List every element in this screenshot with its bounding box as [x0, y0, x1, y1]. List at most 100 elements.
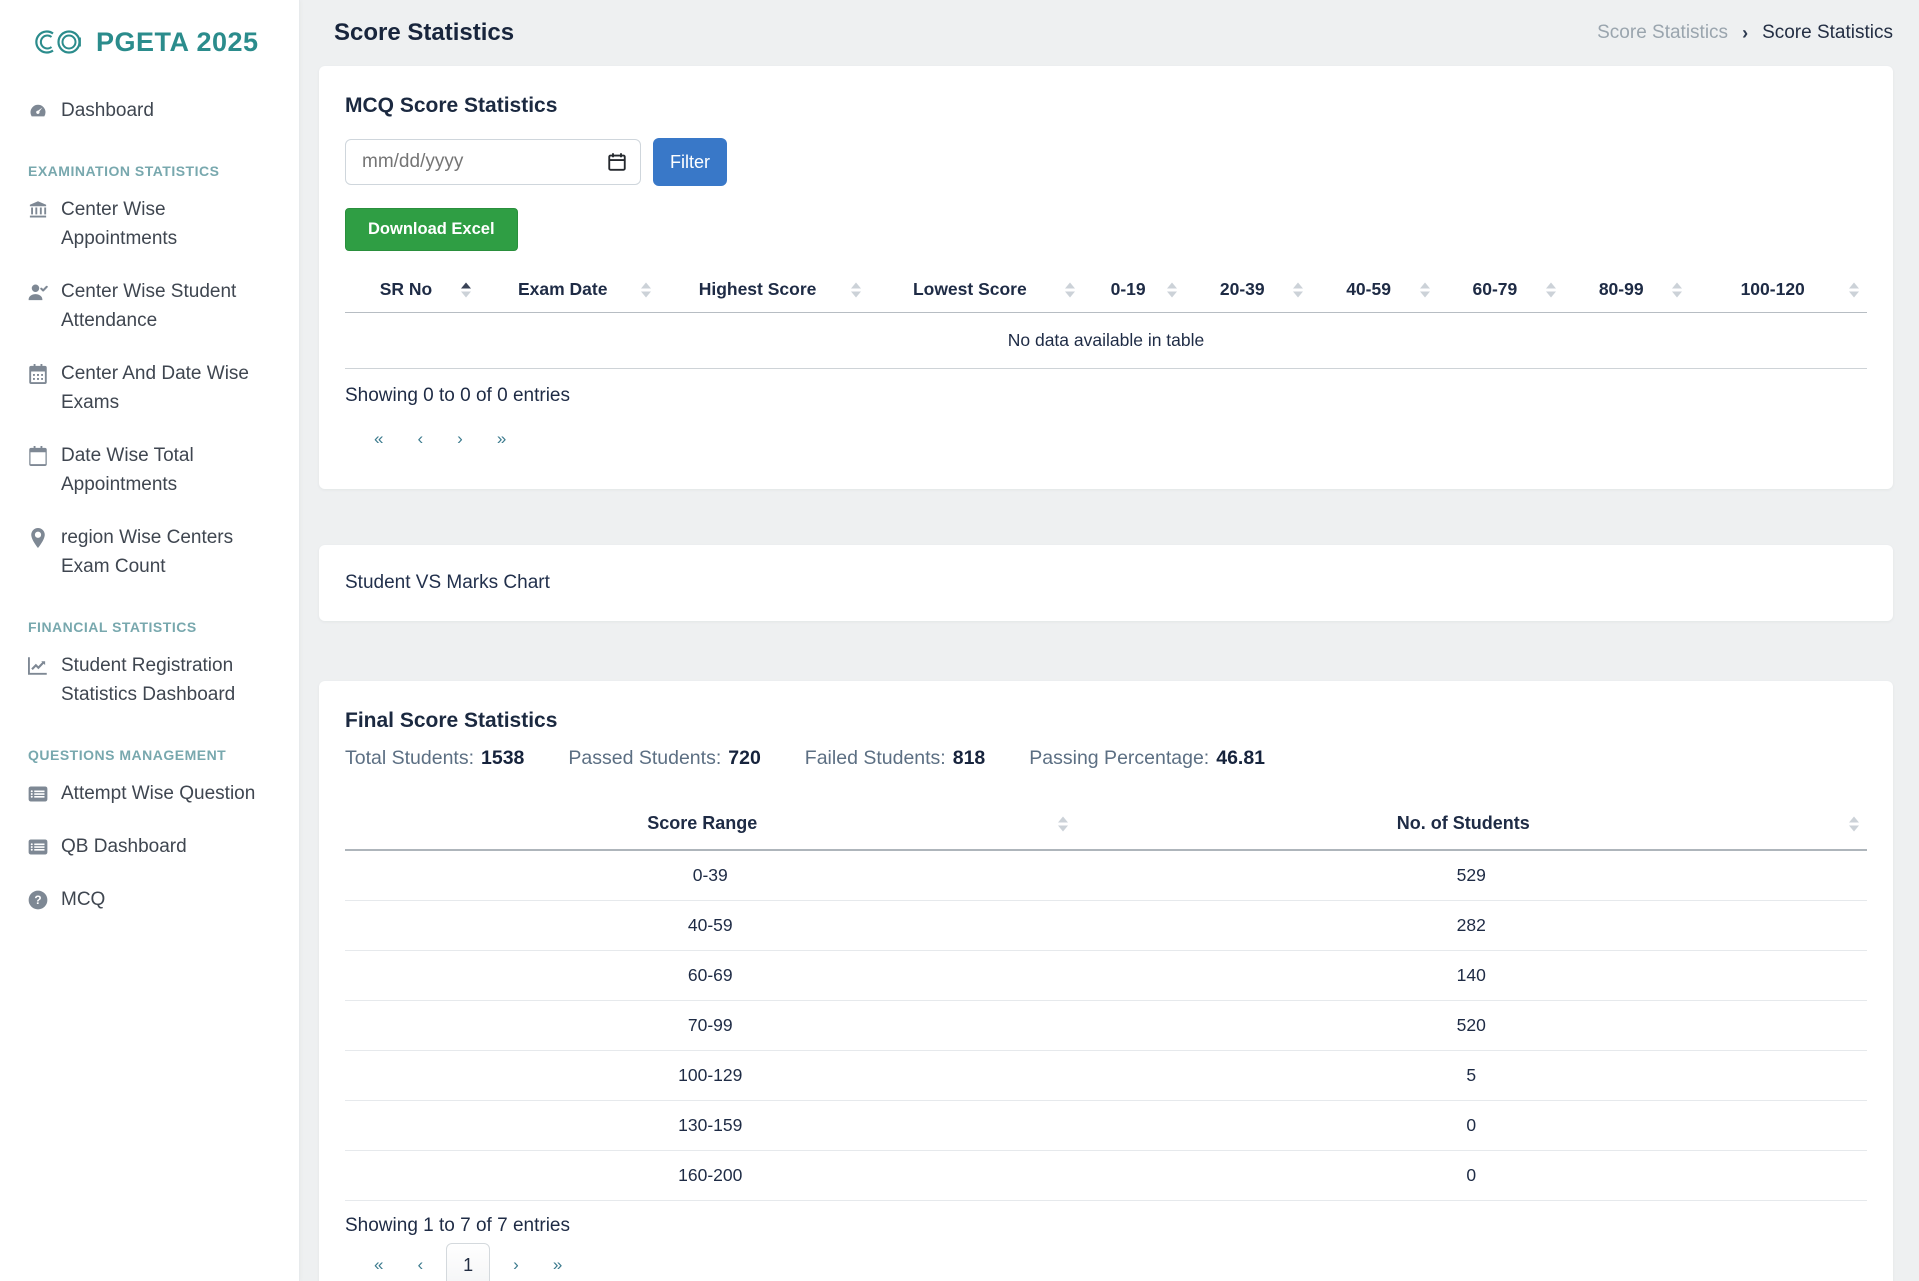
sidebar-scroll-area[interactable]: PGETA 2025 Dashboard EXAMINATION STATIST…: [0, 0, 299, 912]
stat-failed-students: Failed Students: 818: [805, 747, 985, 770]
students-count-cell: 529: [1076, 850, 1867, 901]
stat-passing-percentage: Passing Percentage:46.81: [1029, 747, 1265, 770]
stat-passed-students: Passed Students:720: [568, 747, 760, 770]
sidebar-item-center-wise-appointments[interactable]: Center Wise Appointments: [28, 183, 285, 265]
stat-label: Passed Students:: [568, 747, 721, 769]
topbar: Score Statistics Score Statistics › Scor…: [301, 0, 1919, 66]
sidebar-item-label: QB Dashboard: [61, 832, 187, 861]
bank-icon: [28, 200, 48, 220]
column-label: 40-59: [1346, 279, 1391, 299]
students-count-cell: 282: [1076, 901, 1867, 951]
sidebar-item-center-wise-student-attendance[interactable]: Center Wise Student Attendance: [28, 265, 285, 347]
stat-label: Failed Students:: [805, 747, 946, 769]
first-page-button[interactable]: «: [357, 1245, 400, 1281]
column-label: 80-99: [1599, 279, 1644, 299]
sidebar-item-mcq[interactable]: ? MCQ: [28, 873, 285, 912]
final-pagination: « ‹ 1 › »: [345, 1243, 1867, 1281]
sidebar-item-region-wise-centers-exam-count[interactable]: region Wise Centers Exam Count: [28, 511, 285, 593]
page-title: Score Statistics: [334, 19, 514, 47]
column-header-80-99[interactable]: 80-99: [1564, 267, 1690, 313]
column-header-20-39[interactable]: 20-39: [1185, 267, 1311, 313]
sidebar-item-attempt-wise-question[interactable]: Attempt Wise Question: [28, 767, 285, 820]
column-label: Lowest Score: [913, 279, 1027, 299]
column-label: Score Range: [647, 813, 757, 833]
breadcrumb-current: Score Statistics: [1762, 22, 1893, 44]
column-header-0-19[interactable]: 0-19: [1083, 267, 1185, 313]
column-label: SR No: [380, 279, 433, 299]
column-header-60-79[interactable]: 60-79: [1438, 267, 1564, 313]
column-header-100-120[interactable]: 100-120: [1690, 267, 1867, 313]
page-1-button[interactable]: 1: [446, 1243, 490, 1281]
column-label: Highest Score: [699, 279, 817, 299]
final-card-heading: Final Score Statistics: [345, 709, 1867, 733]
last-page-button[interactable]: »: [536, 1245, 579, 1281]
sidebar-nav: Dashboard EXAMINATION STATISTICS Center …: [28, 84, 285, 912]
mcq-filter-controls: Filter: [345, 138, 1867, 186]
column-label: 100-120: [1741, 279, 1805, 299]
download-excel-button[interactable]: Download Excel: [345, 208, 518, 251]
score-range-cell: 70-99: [345, 1001, 1076, 1051]
final-table-info: Showing 1 to 7 of 7 entries: [345, 1215, 1867, 1237]
column-header-lowest-score[interactable]: Lowest Score: [869, 267, 1084, 313]
score-range-cell: 0-39: [345, 850, 1076, 901]
svg-text:?: ?: [34, 893, 41, 907]
table-row: 0-39529: [345, 850, 1867, 901]
sidebar-item-date-wise-total-appointments[interactable]: Date Wise Total Appointments: [28, 429, 285, 511]
previous-page-button[interactable]: ‹: [400, 1245, 440, 1281]
sidebar-item-label: Center Wise Appointments: [61, 195, 285, 253]
column-header-highest-score[interactable]: Highest Score: [659, 267, 869, 313]
sort-icon: [1849, 816, 1859, 831]
sidebar-item-dashboard[interactable]: Dashboard: [28, 84, 285, 137]
sort-icon: [1420, 282, 1430, 297]
mcq-table: SR No Exam Date Highest Score Lowest Sco…: [345, 267, 1867, 369]
stat-value: 818: [953, 747, 986, 769]
table-row: 60-69140: [345, 951, 1867, 1001]
chart-card-heading: Student VS Marks Chart: [345, 572, 550, 593]
sidebar-item-label: Center Wise Student Attendance: [61, 277, 285, 335]
sort-icon: [1293, 282, 1303, 297]
sidebar-item-qb-dashboard[interactable]: QB Dashboard: [28, 820, 285, 873]
sort-icon: [641, 282, 651, 297]
sidebar-item-label: Student Registration Statistics Dashboar…: [61, 651, 285, 709]
column-header-sr-no[interactable]: SR No: [345, 267, 479, 313]
score-range-cell: 60-69: [345, 951, 1076, 1001]
previous-page-button[interactable]: ‹: [400, 419, 440, 459]
students-count-cell: 140: [1076, 951, 1867, 1001]
next-page-button[interactable]: ›: [440, 419, 480, 459]
sort-icon: [1546, 282, 1556, 297]
speedometer-icon: [28, 101, 48, 121]
mcq-header-row: SR No Exam Date Highest Score Lowest Sco…: [345, 267, 1867, 313]
column-header-no-of-students[interactable]: No. of Students: [1076, 798, 1867, 850]
sort-icon: [1065, 282, 1075, 297]
next-page-button[interactable]: ›: [496, 1245, 536, 1281]
student-vs-marks-chart-card: Student VS Marks Chart: [319, 545, 1893, 621]
stat-label: Total Students:: [345, 747, 474, 769]
summary-stats-row: Total Students:1538 Passed Students:720 …: [345, 747, 1867, 770]
filter-button[interactable]: Filter: [653, 138, 727, 186]
last-page-button[interactable]: »: [480, 419, 523, 459]
card-list-icon: [28, 784, 48, 804]
brand-glyph-icon: [28, 24, 84, 60]
final-header-row: Score Range No. of Students: [345, 798, 1867, 850]
sidebar-item-center-and-date-wise-exams[interactable]: Center And Date Wise Exams: [28, 347, 285, 429]
final-score-table: Score Range No. of Students 0-39529 40-5…: [345, 798, 1867, 1201]
sidebar-item-student-registration-statistics-dashboard[interactable]: Student Registration Statistics Dashboar…: [28, 639, 285, 721]
mcq-pagination: « ‹ › »: [345, 419, 1867, 459]
sidebar: PGETA 2025 Dashboard EXAMINATION STATIST…: [0, 0, 300, 1281]
sidebar-item-label: MCQ: [61, 885, 105, 912]
sidebar-item-label: Dashboard: [61, 96, 154, 125]
table-row: 160-2000: [345, 1151, 1867, 1201]
calendar-icon: [28, 364, 48, 384]
sidebar-item-label: Center And Date Wise Exams: [61, 359, 285, 417]
brand-logo[interactable]: PGETA 2025: [28, 24, 285, 60]
breadcrumb-parent[interactable]: Score Statistics: [1597, 22, 1728, 44]
column-header-40-59[interactable]: 40-59: [1311, 267, 1437, 313]
exam-date-input[interactable]: [345, 139, 641, 185]
sidebar-section-examination-statistics: EXAMINATION STATISTICS: [28, 163, 285, 179]
mcq-score-statistics-card: MCQ Score Statistics Filter Download Exc…: [319, 66, 1893, 489]
table-row: 40-59282: [345, 901, 1867, 951]
first-page-button[interactable]: «: [357, 419, 400, 459]
column-header-score-range[interactable]: Score Range: [345, 798, 1076, 850]
students-count-cell: 5: [1076, 1051, 1867, 1101]
column-header-exam-date[interactable]: Exam Date: [479, 267, 659, 313]
